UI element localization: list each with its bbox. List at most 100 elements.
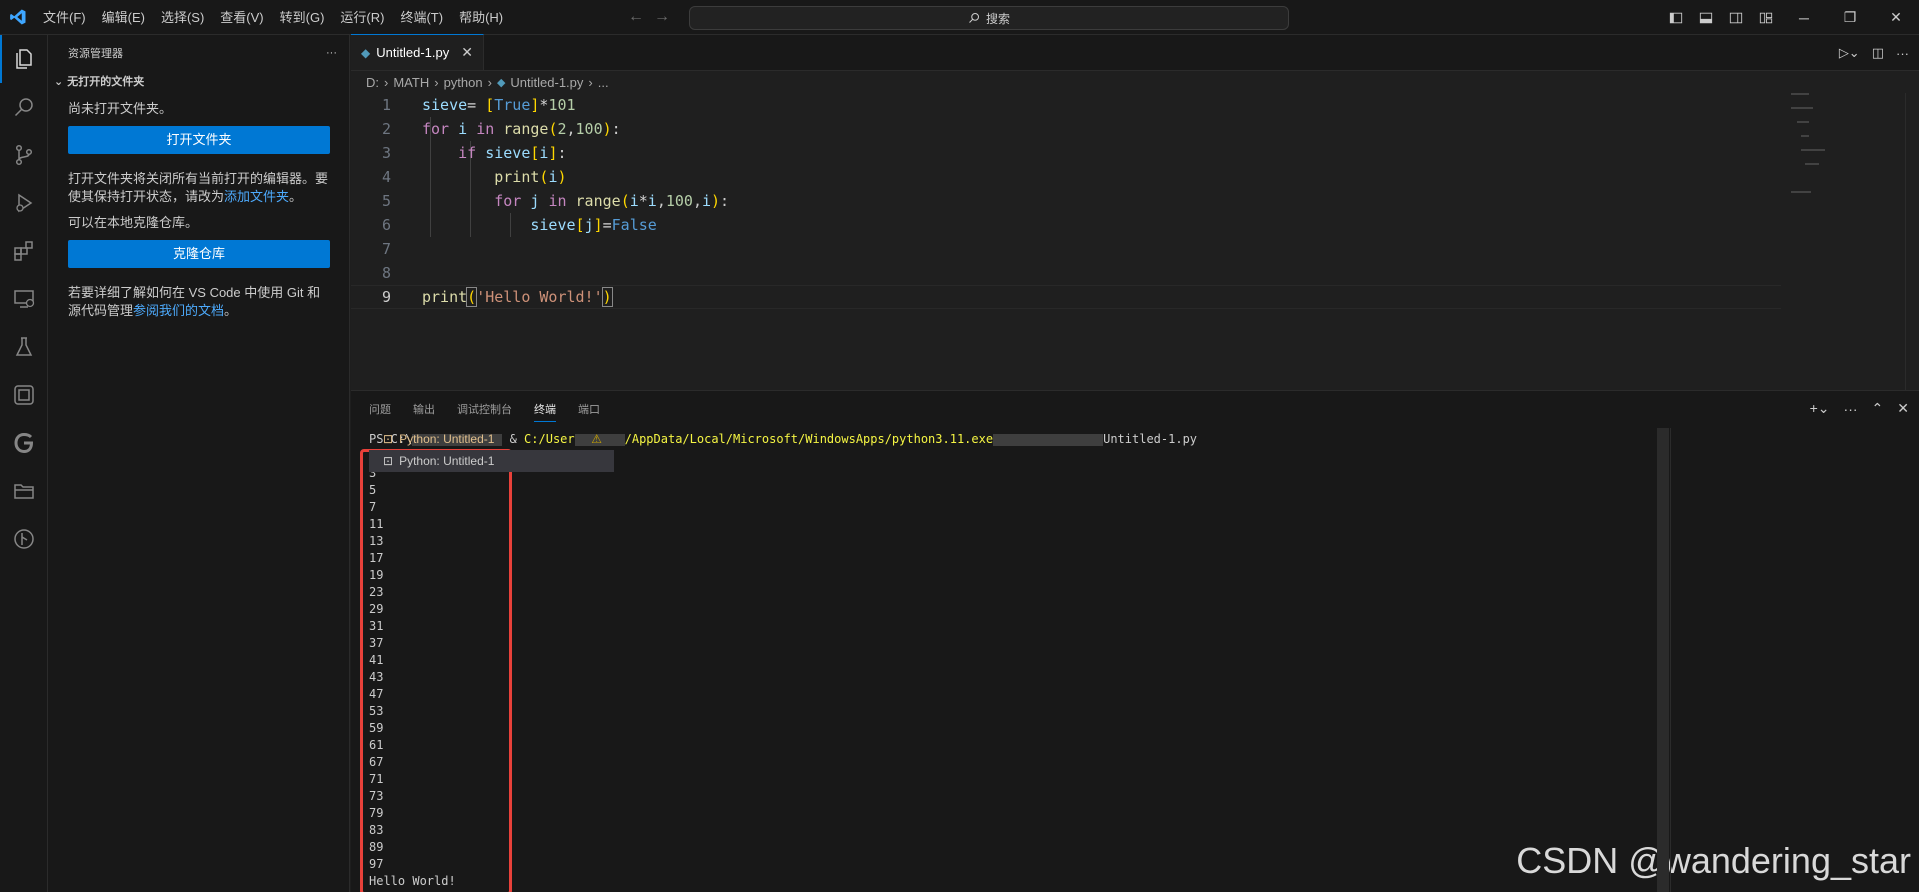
code-text: print(i) [494,168,567,186]
breadcrumb-symbol[interactable]: ... [598,75,609,90]
split-editor-icon[interactable]: ◫ [1872,45,1884,61]
terminal-list: ⊡ Python: Untitled-1 ⚠ ⊡ Python: Untitle… [369,428,614,472]
tab-ports[interactable]: 端口 [578,401,600,417]
minimap-line [1791,107,1813,109]
code-line: 3 if sieve[i]: [351,141,1919,165]
code-editor[interactable]: 1 sieve= [True]*101 2 for i in range(2,100… [351,93,1919,309]
forward-arrow-icon[interactable]: → [654,8,670,26]
editor-more-actions-icon[interactable]: ··· [1896,46,1909,61]
menu-terminal[interactable]: 终端(T) [392,0,451,35]
terminal-output[interactable]: PS C:\ & C:/User/AppData/Local/Microsoft… [369,431,1669,891]
open-folder-description: 打开文件夹将关闭所有当前打开的编辑器。要使其保持打开状态，请改为添加文件夹。 [68,170,329,206]
terminal-output-line: 53 [369,704,384,718]
close-panel-icon[interactable]: ✕ [1897,400,1909,417]
terminal-name: Python: Untitled-1 [399,432,495,446]
extensions-icon[interactable] [0,227,48,275]
toggle-panel-icon[interactable] [1691,0,1721,35]
menu-run[interactable]: 运行(R) [332,0,392,35]
menu-edit[interactable]: 编辑(E) [94,0,153,35]
terminal-output-line: 31 [369,619,384,633]
menu-file[interactable]: 文件(F) [35,0,94,35]
line-number: 2 [381,120,391,138]
menu-go[interactable]: 转到(G) [272,0,333,35]
line-number: 8 [381,264,391,282]
toggle-secondary-sidebar-icon[interactable] [1721,0,1751,35]
menu-help[interactable]: 帮助(H) [451,0,511,35]
line-number: 3 [381,144,391,162]
minimap-line [1801,135,1809,137]
minimize-icon[interactable]: ─ [1781,0,1827,35]
container-icon[interactable] [0,371,48,419]
terminal-output-line: 43 [369,670,384,684]
terminal-divider[interactable] [1670,428,1671,892]
git-graph-icon[interactable] [0,515,48,563]
tab-debug-console[interactable]: 调试控制台 [457,401,512,417]
tab-terminal[interactable]: 终端 [534,401,556,422]
docs-link[interactable]: 参阅我们的文档 [133,303,224,318]
terminal-output-line: 11 [369,517,384,531]
code-line: 7 [351,237,1919,261]
terminal-list-item[interactable]: ⊡ Python: Untitled-1 [369,450,614,472]
breadcrumb-file[interactable]: Untitled-1.py [510,75,583,90]
terminal-icon: ⊡ [383,454,394,468]
editor-area: ◆ Untitled-1.py ✕ ▷⌄ ◫ ··· D: › MATH › p… [351,34,1919,390]
chevron-down-icon: ⌄ [54,75,64,88]
open-folder-button[interactable]: 打开文件夹 [68,126,330,154]
back-arrow-icon[interactable]: ← [628,8,644,26]
no-folder-section[interactable]: ⌄ 无打开的文件夹 [48,70,349,92]
customize-layout-icon[interactable] [1751,0,1781,35]
tab-output[interactable]: 输出 [413,401,435,417]
run-python-file-icon[interactable]: ▷⌄ [1839,45,1860,61]
terminal-output-line: 83 [369,823,384,837]
testing-flask-icon[interactable] [0,323,48,371]
maximize-panel-icon[interactable]: ⌃ [1872,400,1884,417]
search-icon[interactable] [0,83,48,131]
panel-more-actions-icon[interactable]: ··· [1844,401,1858,417]
code-text: sieve= [True]*101 [422,96,576,114]
python-file-icon: ◆ [361,45,371,60]
code-line: 2 for i in range(2,100): [351,117,1919,141]
code-text: if sieve[i]: [458,144,567,162]
terminal-output-line: 17 [369,551,384,565]
terminal-output-line: Hello World! [369,874,456,888]
terminal-output-line: 59 [369,721,384,735]
more-actions-icon[interactable]: ··· [326,47,337,59]
minimap[interactable] [1791,93,1911,253]
close-tab-icon[interactable]: ✕ [461,44,473,61]
new-terminal-icon[interactable]: +⌄ [1810,400,1830,417]
line-number: 9 [381,288,391,306]
restore-icon[interactable]: ❐ [1827,0,1873,35]
clone-description: 可以在本地克隆仓库。 [68,215,199,230]
terminal-list-item[interactable]: ⊡ Python: Untitled-1 ⚠ [369,428,614,450]
chevron-right-icon: › [384,74,389,90]
add-folder-link[interactable]: 添加文件夹 [224,189,289,204]
breadcrumb-folder[interactable]: MATH [393,75,429,90]
chevron-right-icon: › [588,74,593,90]
tab-untitled-1[interactable]: ◆ Untitled-1.py ✕ [351,34,484,70]
source-control-icon[interactable] [0,131,48,179]
close-window-icon[interactable]: ✕ [1873,0,1919,35]
run-debug-icon[interactable] [0,179,48,227]
tab-problems[interactable]: 问题 [369,401,391,417]
toggle-sidebar-icon[interactable] [1661,0,1691,35]
panel-tabs: 问题 输出 调试控制台 终端 端口 [351,391,1919,426]
gitlens-icon[interactable] [0,419,48,467]
terminal-output-line: 97 [369,857,384,871]
command-center-search[interactable]: 搜索 [689,6,1289,30]
menu-view[interactable]: 查看(V) [212,0,271,35]
breadcrumb-subfolder[interactable]: python [444,75,483,90]
editor-scrollbar[interactable] [1905,93,1919,390]
menu-selection[interactable]: 选择(S) [153,0,212,35]
output-highlight-box [360,449,512,892]
remote-explorer-icon[interactable] [0,275,48,323]
folder-manager-icon[interactable] [0,467,48,515]
line-number: 7 [381,240,391,258]
terminal-scrollbar[interactable] [1657,428,1669,892]
git-desc-end: 。 [224,303,238,318]
code-line: 8 [351,261,1919,285]
terminal-output-line: 73 [369,789,384,803]
clone-repository-button[interactable]: 克隆仓库 [68,240,330,268]
explorer-icon[interactable] [0,35,48,83]
terminal-name: Python: Untitled-1 [399,454,495,468]
breadcrumb-drive[interactable]: D: [366,75,379,90]
